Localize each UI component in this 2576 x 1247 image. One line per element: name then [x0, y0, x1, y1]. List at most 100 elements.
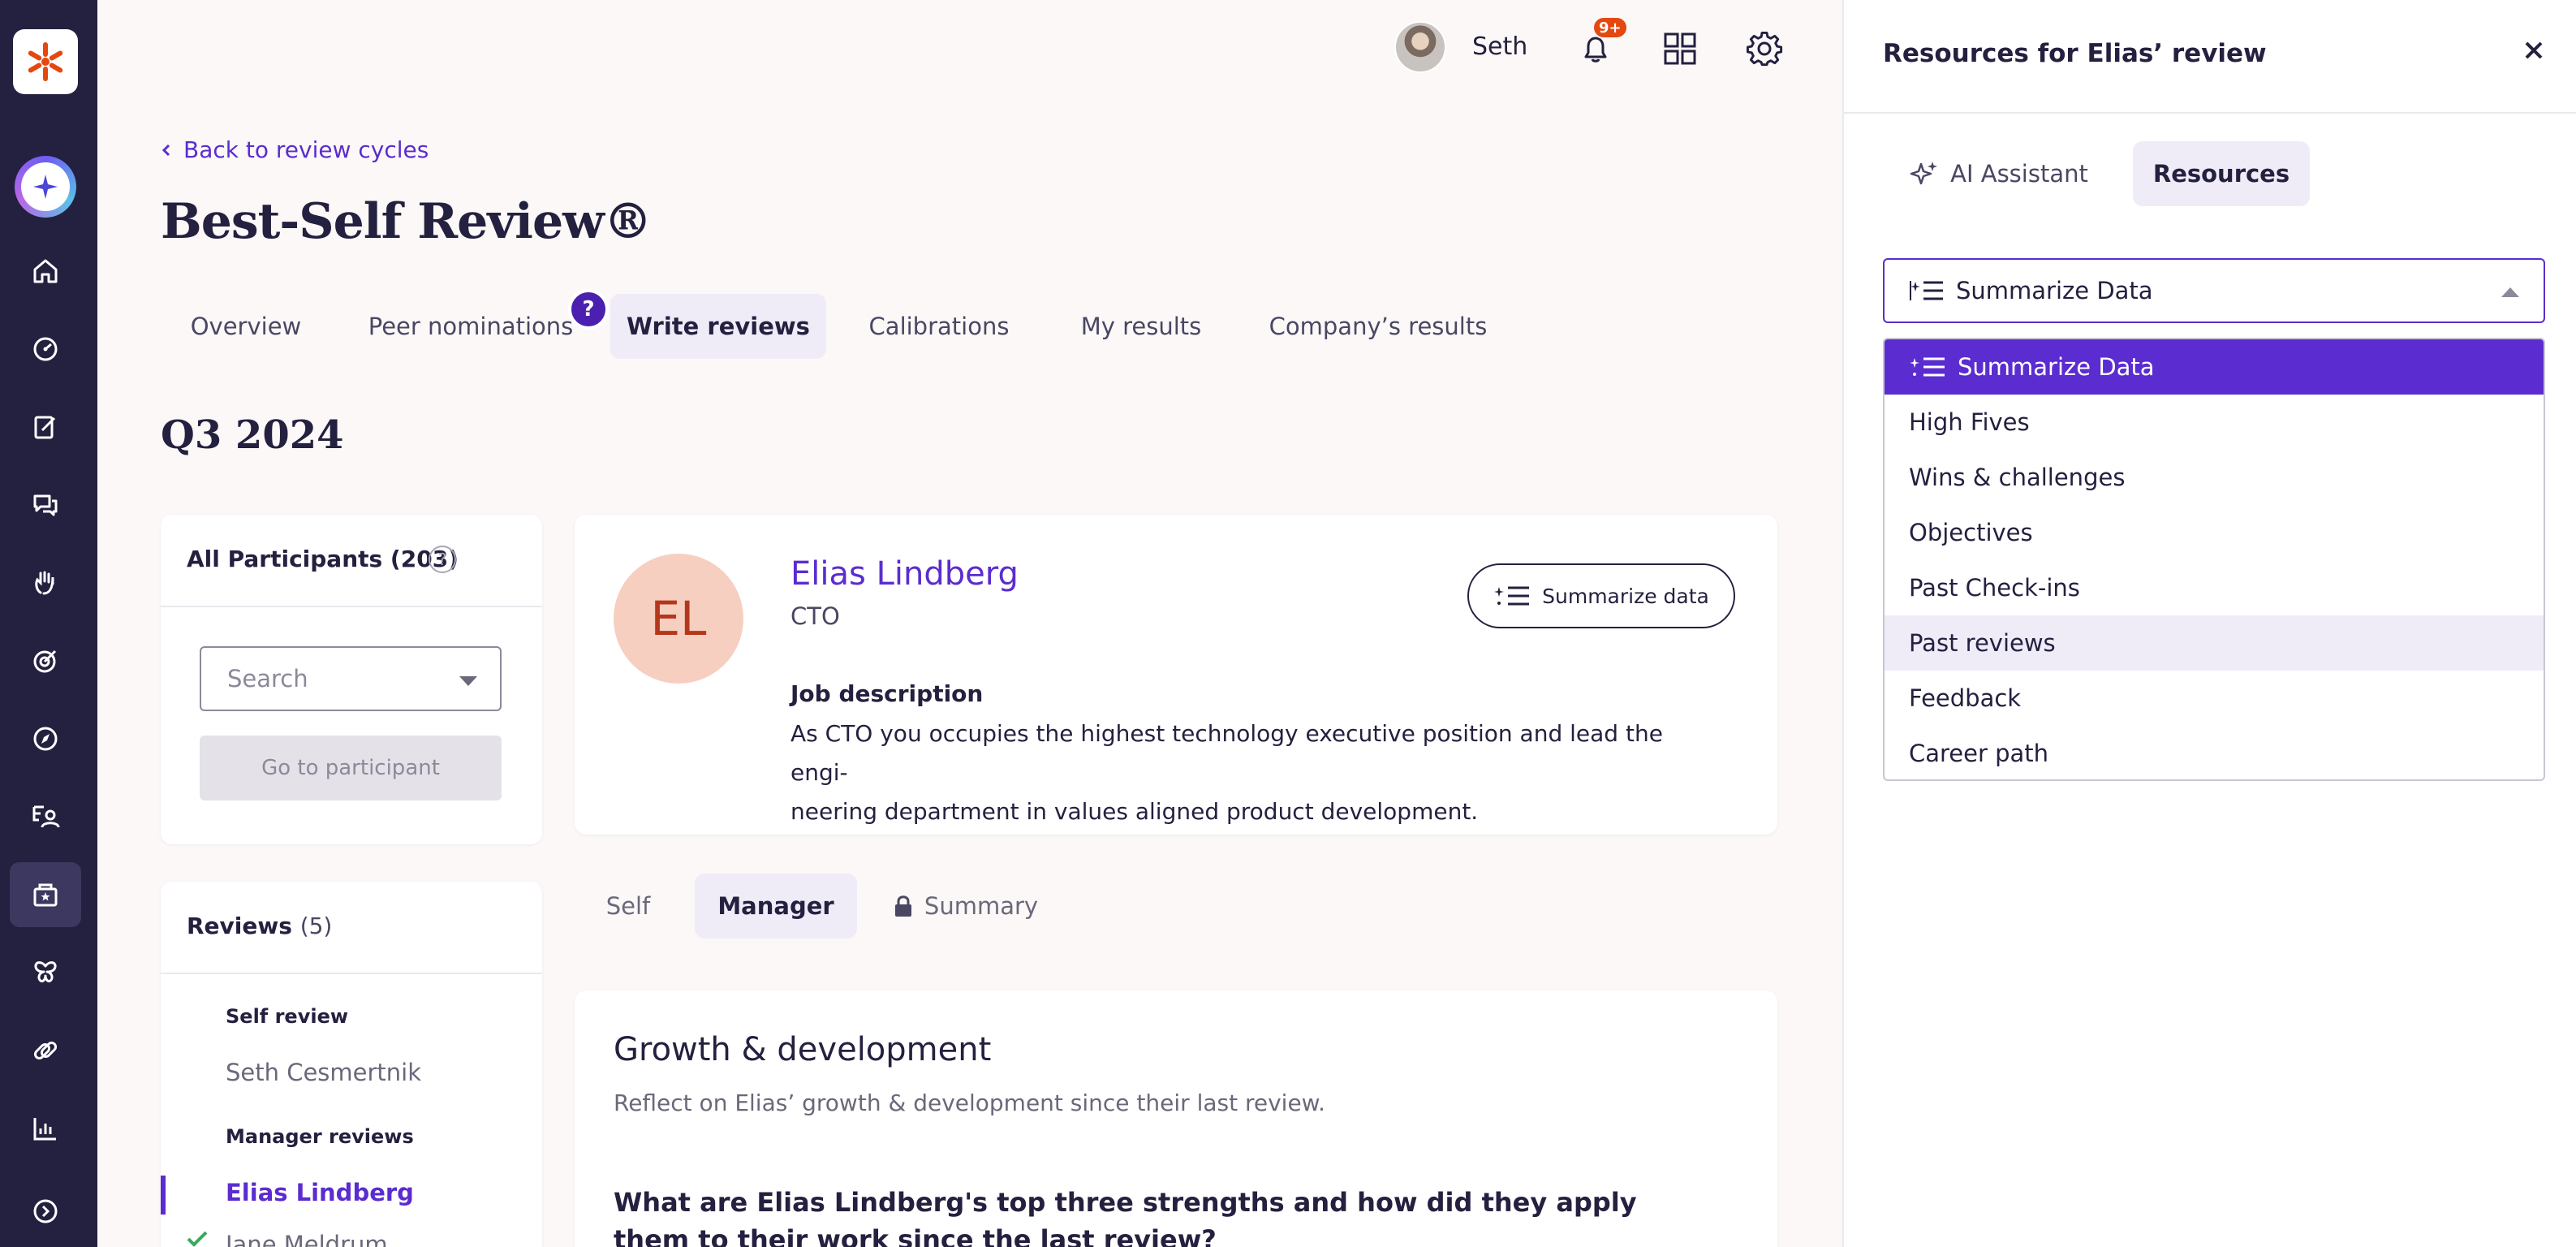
nav-review-cycles[interactable]	[10, 862, 81, 927]
butterfly-icon	[34, 961, 57, 982]
high-five-icon	[35, 571, 54, 595]
back-to-review-cycles-link[interactable]: Back to review cycles	[161, 136, 429, 163]
reviews-title-label: Reviews	[187, 913, 292, 939]
target-icon	[33, 649, 57, 673]
tab-manager[interactable]: Manager	[695, 874, 857, 938]
help-icon[interactable]: ?	[568, 289, 609, 330]
nav-home[interactable]	[10, 239, 81, 304]
back-link-label: Back to review cycles	[183, 136, 429, 163]
tab-summary[interactable]: Summary	[885, 874, 1047, 938]
user-avatar[interactable]	[1394, 21, 1446, 73]
person-card: EL Elias Lindberg CTO Summarize data Job…	[575, 515, 1777, 835]
nav-explore[interactable]	[10, 706, 81, 771]
tab-ai-assistant[interactable]: AI Assistant	[1883, 141, 2115, 206]
left-nav-rail	[0, 0, 97, 1247]
option-career-path[interactable]: Career path	[1885, 726, 2544, 779]
tab-calibrations[interactable]: Calibrations	[852, 294, 1026, 359]
job-description-line-2: neering department in values aligned pro…	[790, 798, 1479, 825]
self-reviewer-item[interactable]: Seth Cesmertnik	[226, 1059, 421, 1086]
chat-icon	[33, 494, 58, 516]
resources-panel: Resources for Elias’ review AI Assistant…	[1842, 0, 2576, 1247]
resource-type-select[interactable]: Summarize Data	[1883, 258, 2545, 323]
option-past-reviews[interactable]: Past reviews	[1885, 615, 2544, 671]
settings-button[interactable]	[1743, 28, 1786, 70]
review-period: Q3 2024	[161, 412, 344, 458]
gear-icon	[1746, 31, 1783, 67]
company-logo[interactable]	[13, 29, 78, 94]
apps-button[interactable]	[1659, 28, 1701, 70]
grid-icon	[1664, 32, 1696, 65]
tab-write-reviews[interactable]: Write reviews	[610, 294, 826, 359]
nav-people[interactable]	[10, 784, 81, 849]
close-icon	[2525, 41, 2543, 59]
compass-icon	[33, 727, 58, 751]
ai-assistant-button[interactable]	[15, 156, 76, 218]
people-icon	[32, 805, 60, 828]
tab-summary-label: Summary	[924, 892, 1039, 920]
chevron-down-icon	[459, 676, 477, 686]
option-past-check-ins[interactable]: Past Check-ins	[1885, 560, 2544, 615]
tab-peer-nominations[interactable]: Peer nominations	[349, 294, 592, 359]
divider	[1844, 112, 2576, 114]
participants-card: All Participants (203) ? Search Go to pa…	[161, 515, 542, 844]
option-label: Summarize Data	[1958, 353, 2155, 381]
tab-self[interactable]: Self	[581, 874, 675, 938]
reviews-count: (5)	[299, 913, 333, 939]
active-indicator	[161, 1176, 166, 1215]
close-panel-button[interactable]	[2516, 32, 2552, 68]
panel-title: Resources for Elias’ review	[1883, 39, 2267, 68]
performance-icon	[33, 337, 58, 361]
nav-analytics[interactable]	[10, 1096, 81, 1161]
tab-resources[interactable]: Resources	[2133, 141, 2310, 206]
reviews-title: Reviews (5)	[187, 913, 332, 939]
job-description-line-1: As CTO you occupies the highest technolo…	[790, 720, 1663, 786]
person-name-link[interactable]: Elias Lindberg	[790, 555, 1019, 593]
tab-company-results[interactable]: Company’s results	[1256, 294, 1500, 359]
person-avatar: EL	[614, 554, 743, 684]
option-high-fives[interactable]: High Fives	[1885, 395, 2544, 450]
chevron-left-icon	[162, 144, 170, 156]
nav-high-fives[interactable]	[10, 550, 81, 615]
nav-integrations[interactable]	[10, 1018, 81, 1083]
nav-development[interactable]	[10, 940, 81, 1005]
option-wins-challenges[interactable]: Wins & challenges	[1885, 450, 2544, 505]
logo-icon	[28, 42, 63, 81]
tab-my-results[interactable]: My results	[1060, 294, 1222, 359]
job-description-label: Job description	[790, 680, 984, 707]
summarize-data-button[interactable]: Summarize data	[1467, 563, 1735, 628]
manager-reviewer-item-active[interactable]: Elias Lindberg	[226, 1179, 414, 1206]
review-cycles-icon	[33, 883, 58, 907]
participant-search-input[interactable]: Search	[200, 646, 502, 711]
analytics-icon	[33, 1118, 56, 1141]
reviews-list-card: Reviews (5) Self review Seth Cesmertnik …	[161, 882, 542, 1247]
participants-help-icon[interactable]: ?	[429, 546, 456, 573]
notification-badge: 9+	[1592, 16, 1628, 39]
expand-icon	[33, 1199, 58, 1223]
page-title: Best-Self Review®	[161, 193, 653, 250]
growth-subtitle: Reflect on Elias’ growth & development s…	[614, 1090, 1325, 1116]
chevron-up-icon	[2501, 287, 2519, 297]
reviews-edit-icon	[34, 416, 56, 439]
nav-chat[interactable]	[10, 472, 81, 537]
nav-reviews[interactable]	[10, 395, 81, 460]
nav-performance[interactable]	[10, 317, 81, 382]
user-name[interactable]: Seth	[1472, 32, 1527, 61]
option-feedback[interactable]: Feedback	[1885, 671, 2544, 726]
manager-reviewer-item[interactable]: Jane Meldrum	[226, 1231, 388, 1247]
growth-card: Growth & development Reflect on Elias’ g…	[575, 990, 1777, 1247]
nav-objectives[interactable]	[10, 628, 81, 693]
summarize-data-label: Summarize data	[1542, 584, 1709, 608]
option-objectives[interactable]: Objectives	[1885, 505, 2544, 560]
nav-expand[interactable]	[10, 1179, 81, 1244]
growth-title: Growth & development	[614, 1031, 992, 1068]
growth-question: What are Elias Lindberg's top three stre…	[614, 1187, 1637, 1247]
go-to-participant-button[interactable]: Go to participant	[200, 736, 502, 800]
option-summarize-data[interactable]: Summarize Data	[1885, 339, 2544, 395]
sparkle-list-icon	[1910, 357, 1945, 377]
resource-type-dropdown: Summarize Data High Fives Wins & challen…	[1883, 338, 2545, 781]
sparkle-icon	[33, 175, 58, 199]
tab-overview[interactable]: Overview	[162, 294, 330, 359]
sparkle-list-icon	[1494, 586, 1530, 606]
divider	[161, 606, 542, 607]
self-review-group-label: Self review	[226, 1005, 349, 1028]
